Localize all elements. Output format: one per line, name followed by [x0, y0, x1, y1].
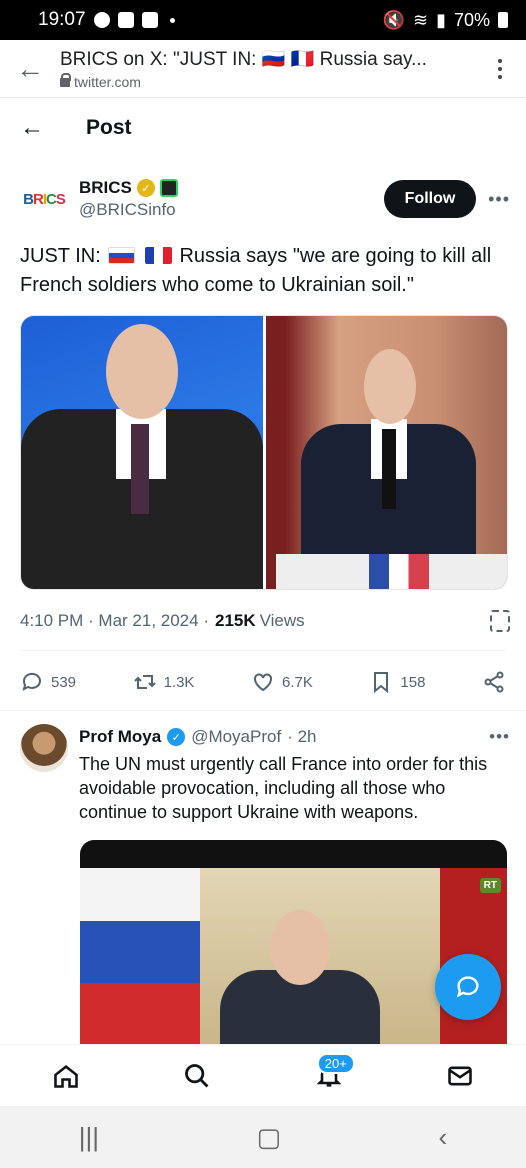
follow-button[interactable]: Follow: [384, 180, 476, 218]
video-person: [220, 910, 380, 1045]
tweet-timestamp[interactable]: 4:10 PM · Mar 21, 2024 ·: [20, 611, 209, 631]
reply-tweet[interactable]: Prof Moya ✓ @MoyaProf · 2h ••• The UN mu…: [20, 724, 510, 824]
author-name[interactable]: BRICS: [79, 178, 132, 198]
reply-button[interactable]: 539: [20, 670, 76, 694]
author-handle[interactable]: @BRICSinfo: [79, 200, 178, 220]
verified-blue-icon: ✓: [167, 728, 186, 746]
verified-gold-icon: ✓: [136, 179, 155, 197]
repost-icon: [133, 675, 156, 689]
tweet-text: JUST IN: Russia says "we are going to ki…: [20, 245, 492, 296]
more-notifications-dot: [169, 17, 175, 23]
nav-home[interactable]: [36, 1051, 96, 1101]
tweet-media[interactable]: [20, 315, 508, 590]
tweet-author: BRICS BRICS ✓ @BRICSinfo Follow •••: [20, 172, 510, 226]
chat-bubble-icon: [456, 976, 479, 998]
post-header: ← Post: [0, 98, 526, 158]
signal-icon: ▮: [436, 9, 446, 30]
recent-apps-icon[interactable]: |||: [79, 1122, 99, 1153]
bookmark-icon: [374, 672, 389, 694]
browser-back-icon[interactable]: ←: [0, 53, 60, 85]
battery-icon: [498, 12, 508, 28]
tweet-meta: 4:10 PM · Mar 21, 2024 · 215K Views: [20, 608, 510, 634]
home-icon: [53, 1064, 78, 1088]
like-count: 6.7K: [281, 673, 313, 691]
reply-video[interactable]: RT: [80, 840, 507, 1045]
page-url[interactable]: twitter.com: [74, 74, 141, 90]
battery-level: 70%: [453, 9, 490, 30]
media-image-right[interactable]: [266, 316, 507, 589]
home-system-icon[interactable]: ▢: [256, 1122, 281, 1153]
nav-messages[interactable]: [430, 1051, 490, 1101]
russian-flag-background: [80, 868, 200, 1045]
lock-icon: [60, 72, 71, 87]
repost-button[interactable]: 1.3K: [133, 670, 195, 694]
like-button[interactable]: 6.7K: [251, 670, 313, 694]
reply-count: 539: [51, 673, 77, 691]
repost-count: 1.3K: [163, 673, 195, 691]
status-bar: 19:07 🔇 ≋ ▮ 70%: [0, 0, 526, 40]
checkbox-icon: [141, 12, 158, 28]
heart-icon: [253, 673, 272, 692]
browser-menu-icon[interactable]: [474, 58, 526, 79]
back-system-icon[interactable]: ‹: [439, 1122, 448, 1153]
reply-author-handle[interactable]: @MoyaProf: [191, 727, 281, 747]
france-flag-icon: [144, 247, 172, 264]
status-time: 19:07: [38, 9, 86, 30]
search-icon: [185, 1063, 209, 1087]
notifications-badge: 20+: [316, 1052, 355, 1074]
divider: [20, 650, 506, 651]
analytics-icon[interactable]: [490, 610, 510, 632]
russia-flag-icon: [108, 247, 136, 264]
header-title: Post: [86, 116, 132, 139]
wifi-icon: ≋: [412, 9, 429, 30]
back-arrow-icon[interactable]: ←: [0, 114, 64, 142]
reply-icon: [22, 672, 41, 691]
bottom-nav: 20+: [0, 1044, 526, 1106]
more-options-icon[interactable]: •••: [476, 189, 510, 210]
rt-logo: RT: [479, 878, 501, 893]
avatar[interactable]: BRICS: [20, 175, 68, 223]
reply-author-name[interactable]: Prof Moya: [79, 727, 161, 747]
share-button[interactable]: [482, 670, 506, 694]
affiliate-badge-icon: [159, 179, 178, 197]
page-title: BRICS on X: "JUST IN: 🇷🇺 🇫🇷 Russia say..…: [60, 49, 427, 70]
reply-age: · 2h: [287, 727, 317, 746]
more-options-icon[interactable]: •••: [489, 727, 510, 747]
compose-message-button[interactable]: [435, 954, 501, 1020]
share-icon: [484, 671, 504, 693]
bookmark-count: 158: [400, 673, 426, 691]
views-count: 215K: [214, 611, 256, 630]
nav-notifications[interactable]: 20+: [299, 1051, 359, 1101]
views-label: Views: [259, 611, 305, 630]
divider: [0, 710, 526, 711]
gallery-icon: [117, 12, 134, 28]
bookmark-button[interactable]: 158: [369, 670, 425, 694]
facebook-icon: [93, 12, 110, 28]
mail-icon: [448, 1066, 473, 1085]
media-image-left[interactable]: [21, 316, 263, 589]
mute-icon: 🔇: [382, 9, 405, 30]
avatar[interactable]: [20, 724, 68, 772]
nav-search[interactable]: [167, 1051, 227, 1101]
system-nav-bar: ||| ▢ ‹: [0, 1106, 526, 1168]
browser-bar: ← BRICS on X: "JUST IN: 🇷🇺 🇫🇷 Russia say…: [0, 40, 526, 98]
reply-text: The UN must urgently call France into or…: [79, 754, 488, 822]
tweet-actions: 539 1.3K 6.7K 158: [20, 664, 506, 700]
